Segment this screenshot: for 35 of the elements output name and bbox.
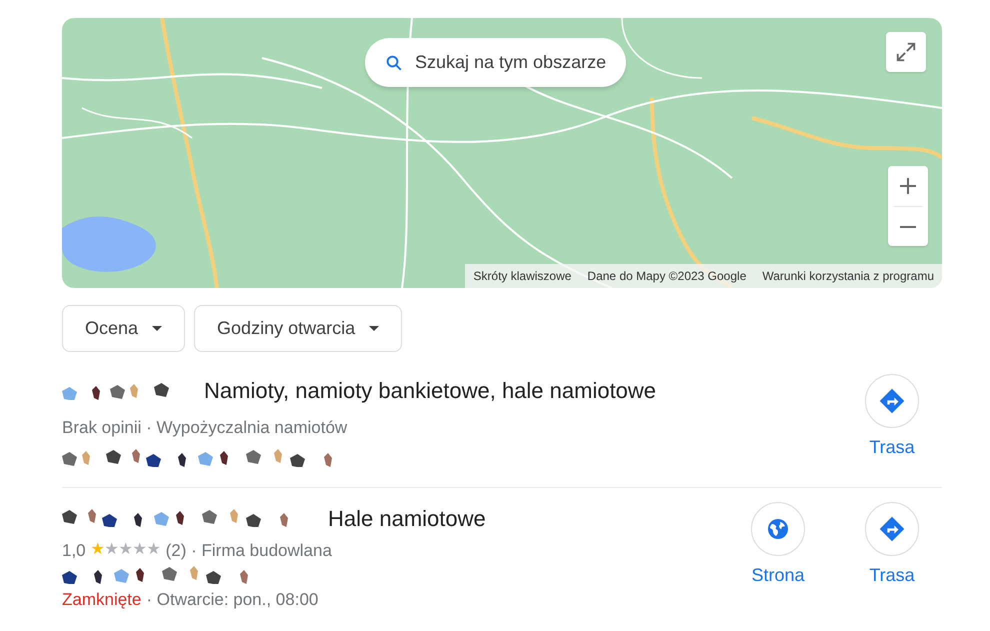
action-button[interactable] [865, 502, 919, 556]
map-attribution-link[interactable]: Skróty klawiszowe [465, 264, 580, 288]
map-attribution-link[interactable]: Dane do Mapy ©2023 Google [579, 264, 754, 288]
filter-chip[interactable]: Godziny otwarcia [194, 305, 402, 352]
action-label[interactable]: Strona [751, 566, 805, 584]
star-icon: ★ [104, 542, 119, 558]
action-label[interactable]: Trasa [869, 438, 915, 456]
filter-chip[interactable]: Ocena [62, 305, 186, 352]
opening-hours: · Otwarcie: pon., 08:00 [146, 589, 318, 611]
star-icon: ★ [146, 542, 161, 558]
star-icon: ★ [132, 542, 147, 558]
minus-icon [899, 226, 917, 228]
result-title[interactable]: Namioty, namioty bankietowe, hale namiotowe [204, 374, 656, 407]
result-details: Brak opinii · Wypożyczalnia namiotów [62, 417, 348, 439]
plus-icon [899, 177, 917, 195]
review-count[interactable]: (2) · Firma budowlana [166, 538, 332, 563]
rating-value: 1,0 [62, 540, 86, 562]
action-button[interactable] [865, 374, 919, 428]
map-background[interactable]: Szukaj na tym obszarze Skróty klawiszowe Dane do Mapy ©2023 Google Warunki korzystania z programu [62, 18, 942, 288]
expand-icon [895, 41, 917, 63]
caret-icon [369, 326, 380, 331]
fullscreen-button[interactable] [886, 32, 926, 72]
search-icon [385, 54, 403, 72]
result-title[interactable]: Hale namiotowe [328, 502, 486, 534]
directions-icon [878, 514, 906, 542]
caret-icon [152, 326, 162, 331]
star-icon: ★ [90, 542, 105, 558]
search-area-button[interactable]: Szukaj na tym obszarze [365, 38, 626, 87]
map-attribution-link[interactable]: Warunki korzystania z programu [754, 264, 942, 288]
action-button[interactable] [751, 502, 805, 556]
star-icon: ★ [118, 542, 133, 558]
directions-icon [878, 387, 906, 415]
open-status: Zamknięte [62, 589, 142, 611]
action-label[interactable]: Trasa [869, 566, 915, 584]
globe-icon [766, 516, 790, 540]
